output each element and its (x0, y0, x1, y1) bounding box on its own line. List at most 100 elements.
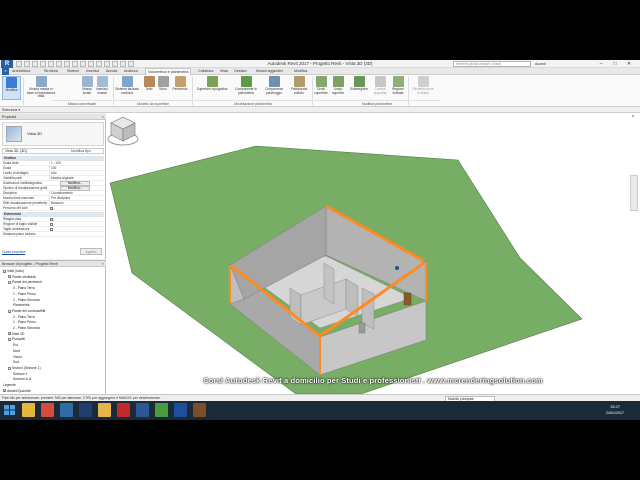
tab-moduli-aggiuntivi[interactable]: Moduli aggiuntivi (256, 68, 283, 75)
tab-struttura[interactable]: Struttura (44, 68, 58, 75)
windows-start-icon[interactable] (2, 403, 17, 417)
close-view-icon[interactable]: × (629, 114, 637, 120)
browser-item[interactable]: +Viste 3D (8, 332, 24, 337)
site-component-button[interactable]: Componente di planimetria (232, 76, 260, 100)
annotation-crop-checkbox[interactable] (50, 228, 53, 231)
close-icon[interactable]: × (102, 261, 104, 267)
collapse-icon[interactable]: – (8, 338, 11, 342)
folder-icon[interactable] (98, 403, 111, 417)
browser-item[interactable]: –Prospetti (8, 337, 25, 342)
place-mass-button[interactable]: Inserisci massa (95, 76, 109, 100)
tab-annota[interactable]: Annota (106, 68, 117, 75)
property-line-button[interactable]: Confine proprietà (372, 76, 388, 100)
browser-item[interactable]: Sezione 1 (13, 372, 28, 377)
curtain-system-button[interactable]: Sistema facciata continua (115, 76, 139, 100)
browser-item[interactable]: 2 - Piano Secondo (13, 326, 40, 331)
edit-type-button[interactable]: Modifica tipo (71, 149, 91, 154)
floor-by-face-button[interactable]: Pavimento (171, 76, 189, 100)
navigation-bar[interactable] (630, 175, 638, 211)
expand-icon[interactable]: + (3, 389, 6, 393)
browser-item[interactable]: Sud (13, 360, 19, 365)
tab-collabora[interactable]: Collabora (198, 68, 213, 75)
browser-item[interactable]: –Sezioni (Sezione 1) (8, 366, 41, 371)
file-tab[interactable]: ≡ (2, 68, 9, 75)
parking-component-button[interactable]: Componente parcheggio (262, 76, 286, 100)
expand-icon[interactable]: + (8, 275, 11, 279)
property-row[interactable]: Percorso del sole (2, 206, 104, 211)
acrobat-icon[interactable] (117, 403, 130, 417)
browser-item[interactable]: 0 - Piano Terra (13, 286, 35, 291)
browser-item[interactable]: –Viste (tutto) (3, 269, 24, 274)
revit-icon[interactable] (174, 403, 187, 417)
browser-item[interactable]: +Abachi/Quantità (3, 389, 30, 394)
browser-item[interactable]: 1 - Piano Primo (13, 320, 36, 325)
photoshop-icon[interactable] (79, 403, 92, 417)
browser-item[interactable]: Nord (13, 349, 20, 354)
close-hidden-icon[interactable] (120, 61, 126, 67)
crop-view-checkbox[interactable] (50, 218, 53, 221)
browser-item[interactable]: Planimetria (13, 303, 30, 308)
model-canvas[interactable] (106, 113, 640, 394)
switch-windows-icon[interactable] (128, 61, 134, 67)
tab-gestisci[interactable]: Gestisci (234, 68, 247, 75)
thin-lines-icon[interactable] (112, 61, 118, 67)
building-pad-button[interactable]: Piattaforma edificio (288, 76, 310, 100)
tab-analizza[interactable]: Analizza (124, 68, 138, 75)
tab-architettura[interactable]: Architettura (12, 68, 30, 75)
collapse-icon[interactable]: – (8, 309, 11, 313)
select-dropdown[interactable]: Seleziona ▾ (2, 107, 22, 113)
expand-icon[interactable]: + (8, 332, 11, 336)
apply-button[interactable]: Applica (80, 248, 102, 255)
revit-logo-icon[interactable]: R (1, 60, 13, 68)
properties-help-link[interactable]: Guida proprietà (2, 250, 25, 254)
3d-view-icon[interactable] (96, 61, 102, 67)
browser-item[interactable]: Legende (3, 383, 16, 388)
close-icon[interactable]: × (102, 114, 104, 120)
in-place-mass-button[interactable]: Massa locale (80, 76, 94, 100)
browser-item[interactable]: Ovest (13, 355, 22, 360)
clock-time[interactable]: 15:27 (592, 404, 638, 409)
save-icon[interactable] (24, 61, 30, 67)
split-surface-button[interactable]: Dividi superficie (314, 76, 328, 100)
sun-path-checkbox[interactable] (50, 207, 53, 210)
tab-volumetrico-planimetria[interactable]: Volumetrico e planimetria (145, 68, 192, 75)
merge-surfaces-button[interactable]: Unisci superfici (330, 76, 346, 100)
collapse-icon[interactable]: – (8, 281, 11, 285)
tab-inserisci[interactable]: Inserisci (86, 68, 99, 75)
browser-item[interactable]: Sezione A-A' (13, 377, 32, 382)
modify-button[interactable]: Modifica (2, 76, 21, 100)
toposurface-button[interactable]: Superficie topografica (194, 76, 230, 100)
sync-icon[interactable] (32, 61, 38, 67)
label-contours-button[interactable]: Etichetta curve di livello (412, 76, 434, 100)
window[interactable] (358, 322, 366, 334)
close-window-button[interactable]: ✕ (623, 60, 635, 68)
search-input[interactable]: Immetti parola chiave o frase (453, 61, 531, 67)
crop-region-visible-checkbox[interactable] (50, 223, 53, 226)
undo-icon[interactable] (40, 61, 46, 67)
browser-item[interactable]: 2 - Piano Secondo (13, 298, 40, 303)
property-row[interactable]: Distanza piano lontano (2, 232, 104, 237)
wall-by-face-button[interactable]: Muro (157, 76, 169, 100)
tab-modifica[interactable]: Modifica (294, 68, 307, 75)
chrome-icon-2[interactable] (155, 403, 168, 417)
browser-item[interactable]: Est (13, 343, 18, 348)
subregion-button[interactable]: Sottoregione (348, 76, 370, 100)
browser-item[interactable]: 1 - Piano Primo (13, 292, 36, 297)
type-selector[interactable]: Vista 3D (2, 122, 104, 146)
viewcube[interactable] (106, 113, 140, 147)
word-icon[interactable] (136, 403, 149, 417)
text-icon[interactable] (88, 61, 94, 67)
chrome-icon[interactable] (41, 403, 54, 417)
print-icon[interactable] (56, 61, 62, 67)
browser-item[interactable]: 0 - Piano Terra (13, 315, 35, 320)
instance-filter[interactable]: Vista 3D: {3D} Modifica tipo (2, 148, 104, 154)
browser-item[interactable]: –Piante dei controsoffitti (8, 309, 45, 314)
redo-icon[interactable] (48, 61, 54, 67)
maximize-button[interactable]: □ (609, 60, 621, 68)
sign-in-button[interactable]: Accedi (535, 60, 565, 68)
dimension-icon[interactable] (72, 61, 78, 67)
clock-date[interactable]: 24/01/2017 (592, 411, 638, 415)
open-icon[interactable] (16, 61, 22, 67)
browser-item[interactable]: –Piante dei pavimenti (8, 280, 42, 285)
explorer-icon[interactable] (22, 403, 35, 417)
